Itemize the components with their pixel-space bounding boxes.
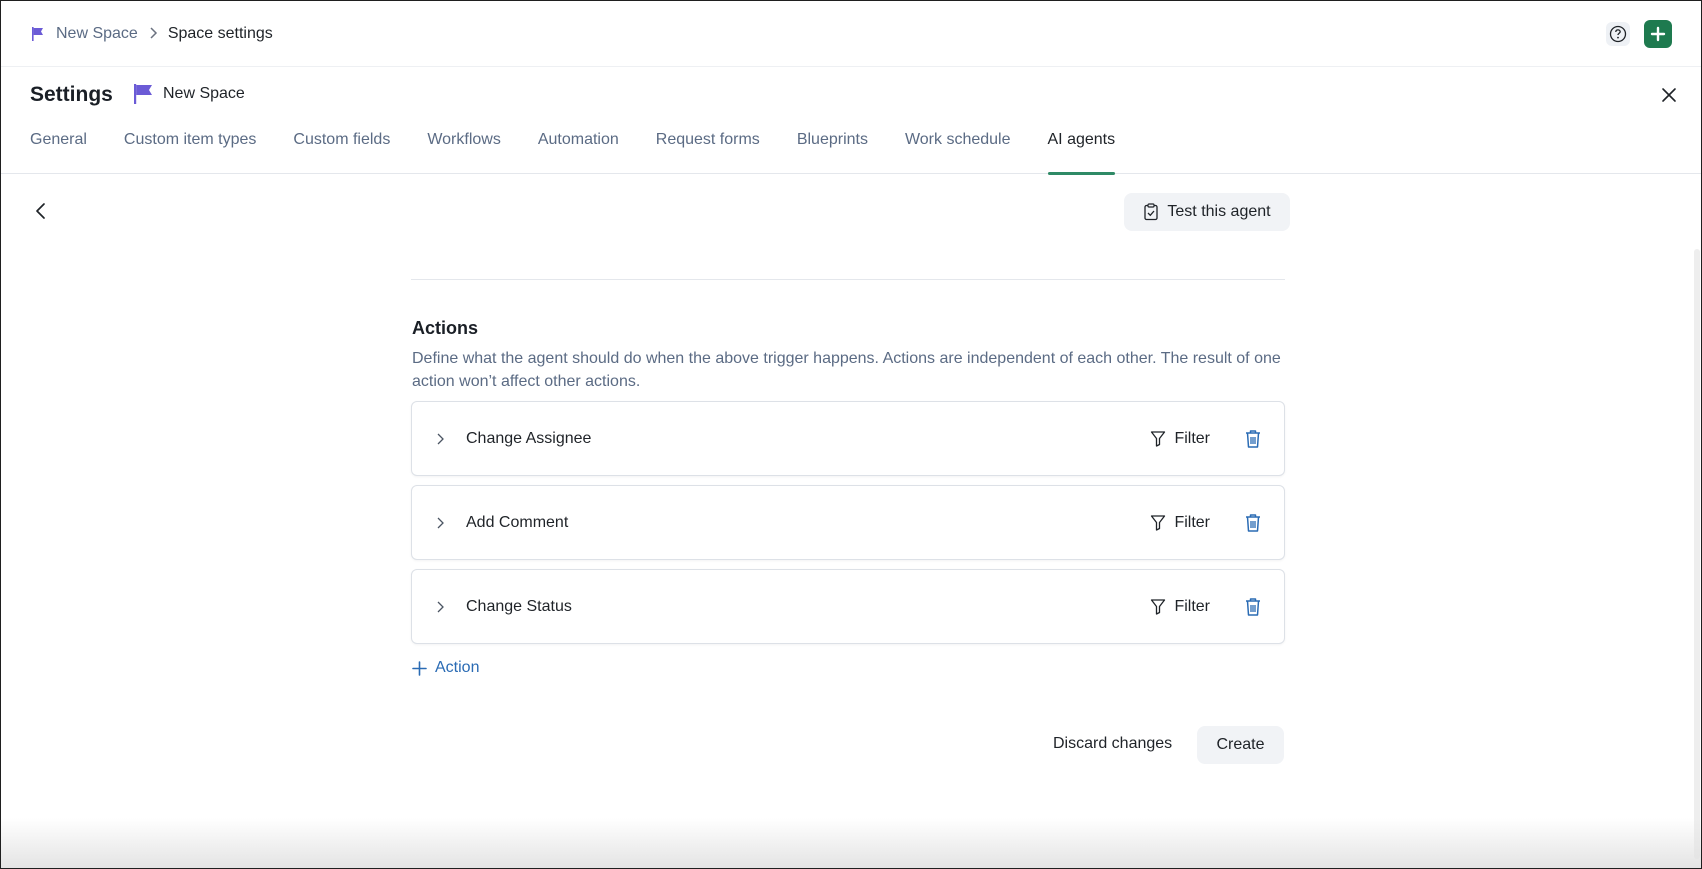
- chevron-right-icon[interactable]: [432, 515, 448, 531]
- tab-custom-fields[interactable]: Custom fields: [293, 125, 390, 174]
- settings-header: Settings New Space General Custom item t…: [1, 67, 1701, 175]
- trash-icon[interactable]: [1244, 597, 1262, 617]
- question-circle-icon: [1609, 25, 1627, 42]
- action-name: Add Comment: [466, 513, 569, 531]
- breadcrumb-space-link[interactable]: New Space: [56, 25, 138, 43]
- tab-automation[interactable]: Automation: [538, 125, 619, 174]
- page-title: Settings: [30, 83, 113, 106]
- chevron-left-icon[interactable]: [31, 201, 51, 221]
- actions-heading: Actions: [412, 318, 479, 338]
- test-agent-label: Test this agent: [1167, 203, 1271, 220]
- top-bar: New Space Space settings: [1, 1, 1701, 67]
- filter-button[interactable]: Filter: [1150, 430, 1210, 448]
- clipboard-check-icon: [1144, 203, 1159, 221]
- actions-description: Define what the agent should do when the…: [412, 350, 1281, 390]
- section-divider: [411, 279, 1285, 280]
- tab-request-forms[interactable]: Request forms: [656, 125, 760, 174]
- scrollbar[interactable]: [1694, 249, 1700, 859]
- settings-tabs: General Custom item types Custom fields …: [30, 125, 1152, 175]
- filter-icon: [1151, 431, 1166, 447]
- tab-blueprints[interactable]: Blueprints: [797, 125, 868, 174]
- filter-icon: [1151, 599, 1166, 615]
- action-card-change-assignee[interactable]: Change Assignee Filter: [411, 401, 1285, 476]
- action-name: Change Assignee: [466, 429, 592, 447]
- plus-icon: [1650, 26, 1666, 41]
- chevron-right-icon: [148, 26, 158, 42]
- create-new-button[interactable]: [1644, 19, 1672, 48]
- action-card-add-comment[interactable]: Add Comment Filter: [411, 485, 1285, 560]
- tab-general[interactable]: General: [30, 125, 87, 174]
- close-icon[interactable]: [1659, 85, 1679, 105]
- create-button[interactable]: Create: [1197, 726, 1284, 764]
- add-action-label: Action: [435, 659, 480, 676]
- chevron-right-icon[interactable]: [432, 431, 448, 447]
- flag-icon: [32, 26, 43, 41]
- space-name: New Space: [163, 85, 245, 102]
- help-button[interactable]: [1606, 21, 1630, 46]
- add-action-button[interactable]: Action: [412, 659, 479, 677]
- filter-label: Filter: [1174, 513, 1210, 531]
- action-card-change-status[interactable]: Change Status Filter: [411, 569, 1285, 644]
- breadcrumb: New Space Space settings: [30, 25, 273, 43]
- plus-icon: [412, 660, 427, 676]
- filter-label: Filter: [1174, 429, 1210, 447]
- tab-custom-item-types[interactable]: Custom item types: [124, 125, 256, 174]
- filter-icon: [1151, 515, 1166, 531]
- bottom-shadow: [1, 818, 1701, 868]
- test-agent-button[interactable]: Test this agent: [1124, 193, 1290, 231]
- filter-button[interactable]: Filter: [1150, 514, 1210, 532]
- trash-icon[interactable]: [1244, 429, 1262, 449]
- flag-icon: [134, 84, 152, 104]
- tab-workflows[interactable]: Workflows: [427, 125, 501, 174]
- filter-label: Filter: [1174, 597, 1210, 615]
- chevron-right-icon[interactable]: [432, 599, 448, 615]
- trash-icon[interactable]: [1244, 513, 1262, 533]
- tab-ai-agents[interactable]: AI agents: [1047, 125, 1115, 175]
- filter-button[interactable]: Filter: [1150, 598, 1210, 616]
- tab-work-schedule[interactable]: Work schedule: [905, 125, 1011, 174]
- settings-space-label: New Space: [133, 83, 245, 105]
- discard-changes-button[interactable]: Discard changes: [1053, 735, 1172, 753]
- action-name: Change Status: [466, 597, 572, 615]
- actions-list: Change Assignee Filter Add Comment Filte…: [411, 401, 1285, 653]
- breadcrumb-current: Space settings: [167, 24, 273, 42]
